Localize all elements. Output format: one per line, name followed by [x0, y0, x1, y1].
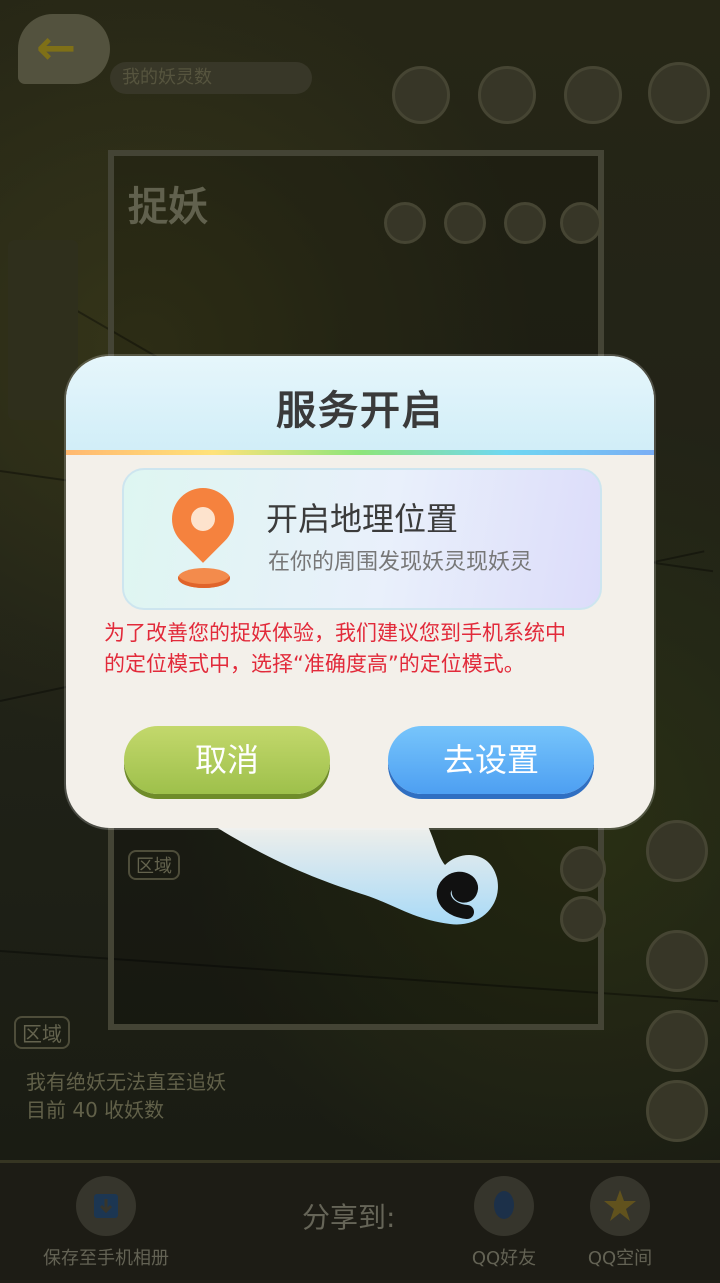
location-card: 开启地理位置 在你的周围发现妖灵现妖灵: [122, 468, 602, 610]
location-pin-icon: [159, 475, 247, 563]
dialog-title: 服务开启: [276, 388, 444, 434]
location-card-title: 开启地理位置: [266, 500, 459, 538]
dialog-tail: [205, 820, 498, 925]
service-enable-dialog: 服务开启 开启地理位置 在你的周围发现妖灵现妖灵 为了改善您的捉妖体验，我们建议…: [66, 356, 654, 828]
location-pin-base: [178, 568, 230, 588]
go-to-settings-button[interactable]: 去设置: [388, 726, 594, 794]
location-notice-text: 为了改善您的捉妖体验，我们建议您到手机系统中 的定位模式中，选择“准确度高”的定…: [104, 618, 624, 680]
cancel-button[interactable]: 取消: [124, 726, 330, 794]
location-card-subtitle: 在你的周围发现妖灵现妖灵: [268, 550, 533, 575]
rainbow-divider: [66, 450, 654, 455]
notice-line: 为了改善您的捉妖体验，我们建议您到手机系统中: [104, 621, 566, 645]
notice-line: 的定位模式中，选择“准确度高”的定位模式。: [104, 652, 525, 676]
